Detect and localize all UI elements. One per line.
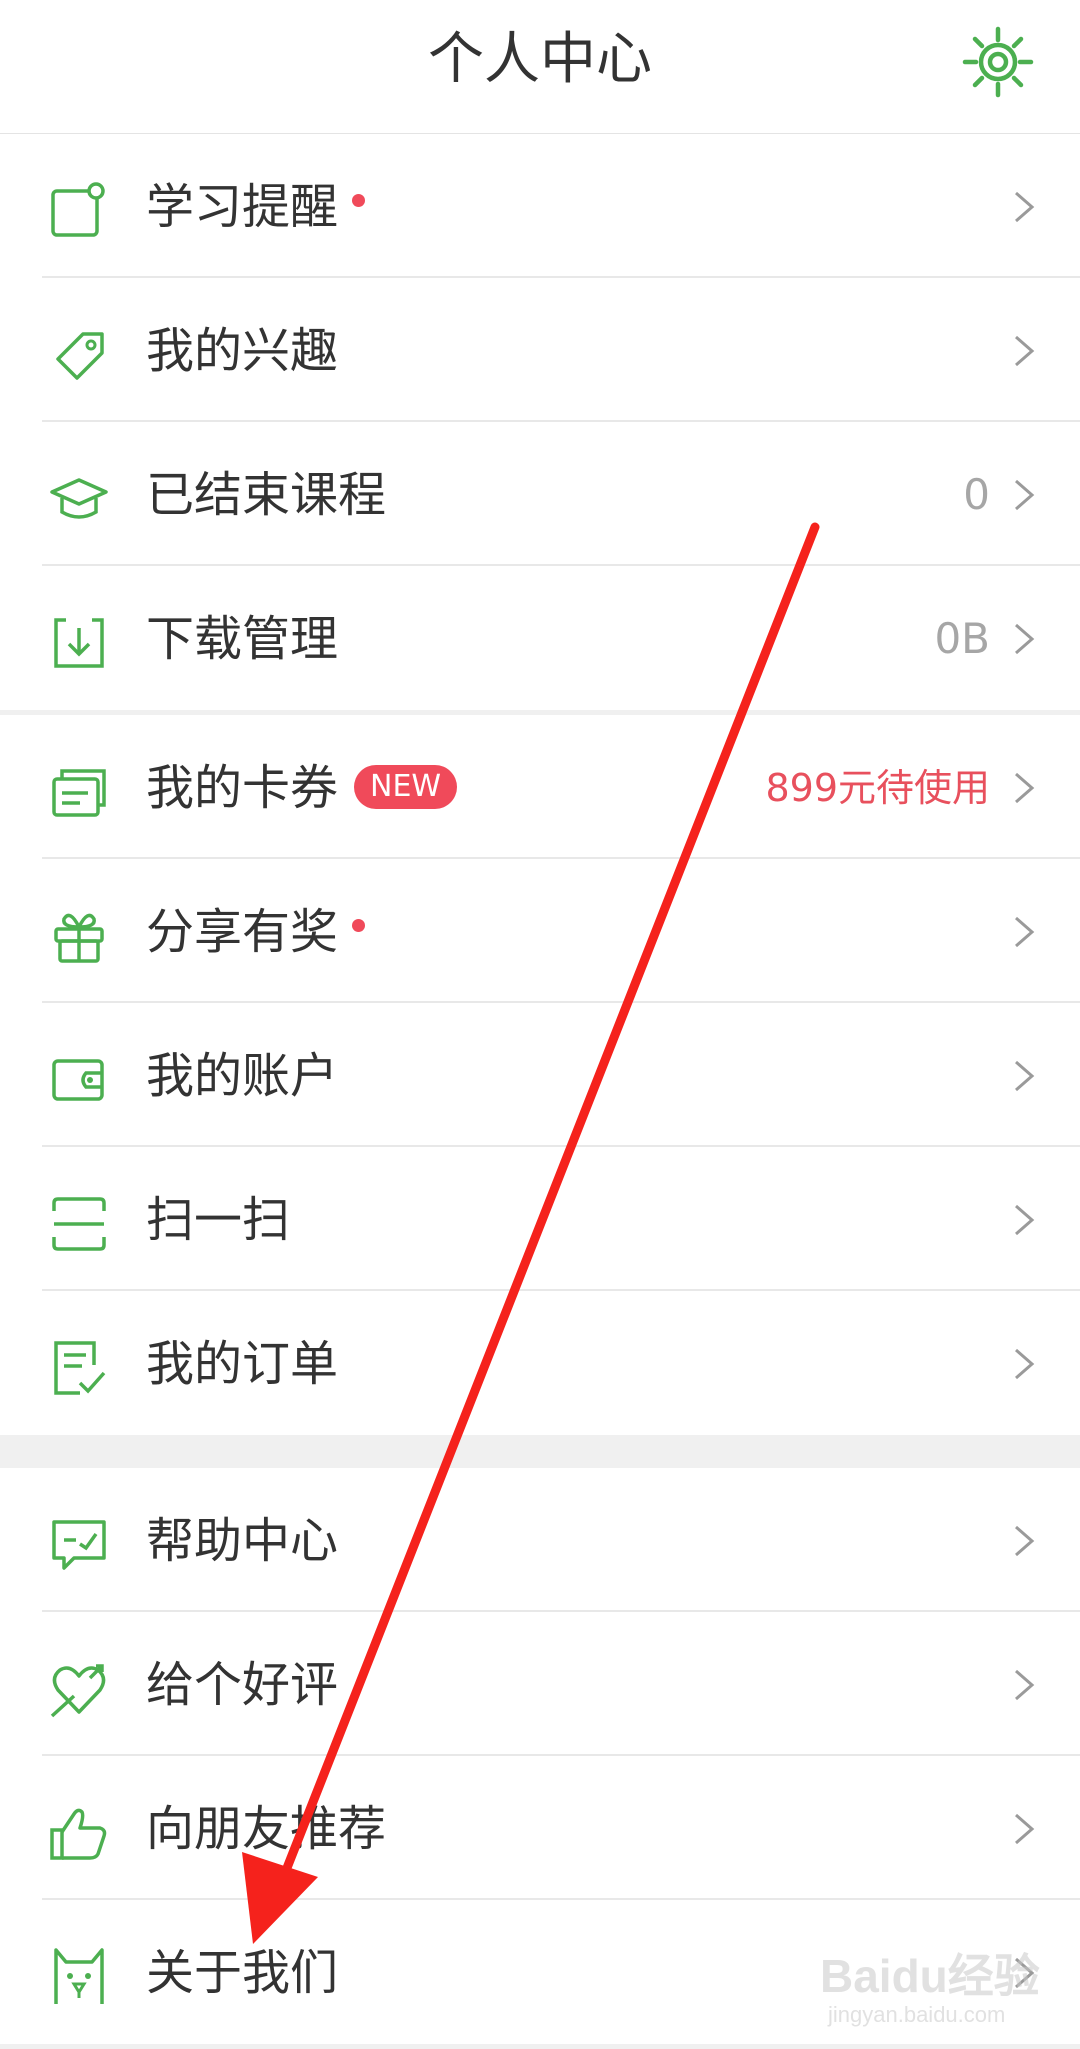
help-chat-icon	[52, 1520, 106, 1570]
menu-item-label: 我的兴趣	[146, 318, 338, 384]
menu-section-learning: 学习提醒我的兴趣已结束课程 0 下载管理 0B	[0, 134, 1080, 710]
menu-item-text: 下载管理	[146, 611, 339, 667]
chevron-right-icon	[1015, 191, 1035, 223]
order-icon	[54, 1341, 106, 1395]
watermark-brand: Baidu经验	[820, 1950, 1040, 2002]
menu-item-label: 帮助中心	[146, 1508, 338, 1574]
menu-item-thumbs-up[interactable]: 向朋友推荐	[0, 1756, 1080, 1900]
download-icon	[54, 618, 104, 668]
page-title: 个人中心	[428, 27, 652, 92]
menu-item-label: 向朋友推荐	[146, 1796, 386, 1862]
watermark-url: jingyan.baidu.com	[828, 2002, 1006, 2027]
graduation-cap-icon	[50, 478, 108, 519]
chevron-right-icon	[1015, 1204, 1035, 1236]
chevron-right-icon	[1015, 1669, 1035, 1701]
heart-icon	[50, 1664, 106, 1718]
menu-item-text: 扫一扫	[146, 1192, 291, 1248]
menu-item-value: 0	[963, 470, 990, 519]
reminder-icon	[51, 182, 105, 237]
menu-item-help-chat[interactable]: 帮助中心	[0, 1468, 1080, 1612]
menu-item-coupon[interactable]: 我的卡券 NEW 899元待使用	[0, 715, 1080, 859]
menu-item-text: 向朋友推荐	[146, 1801, 387, 1857]
new-badge: NEW	[354, 765, 458, 809]
menu-item-label: 我的账户	[146, 1043, 338, 1109]
chevron-right-icon	[1015, 1813, 1035, 1845]
menu-item-text: 给个好评	[146, 1657, 339, 1713]
menu-item-label: 我的订单	[146, 1331, 338, 1397]
menu-item-label: 扫一扫	[146, 1187, 290, 1253]
settings-button[interactable]	[960, 24, 1036, 100]
menu-item-text: 学习提醒	[146, 179, 339, 235]
menu-item-text: 我的账户	[146, 1048, 339, 1104]
watermark: Baidu经验 jingyan.baidu.com	[820, 1930, 1060, 2040]
chevron-right-icon	[1015, 772, 1035, 804]
menu-item-label: 下载管理	[146, 606, 338, 672]
tag-icon	[56, 332, 104, 380]
chevron-right-icon	[1015, 335, 1035, 367]
chevron-right-icon	[1015, 916, 1035, 948]
menu-item-text: 帮助中心	[146, 1513, 339, 1569]
notification-dot	[352, 194, 366, 207]
menu-item-graduation-cap[interactable]: 已结束课程 0	[0, 422, 1080, 566]
chevron-right-icon	[1015, 1525, 1035, 1557]
menu-item-value: 0B	[934, 614, 990, 663]
header-bar: 个人中心	[0, 0, 1080, 134]
menu-item-text: 关于我们	[146, 1945, 339, 2001]
menu-item-download[interactable]: 下载管理 0B	[0, 566, 1080, 710]
notification-dot	[352, 919, 366, 932]
menu-item-wallet[interactable]: 我的账户	[0, 1003, 1080, 1147]
menu-item-label: 已结束课程	[146, 462, 386, 528]
menu-item-label: 分享有奖	[146, 899, 366, 965]
menu-item-heart[interactable]: 给个好评	[0, 1612, 1080, 1756]
menu-item-text: 我的卡券	[146, 760, 339, 816]
chevron-right-icon	[1015, 479, 1035, 511]
menu-item-text: 我的订单	[146, 1336, 339, 1392]
menu-section-services: 我的卡券 NEW 899元待使用分享有奖我的账户扫一扫我的订单	[0, 715, 1080, 1435]
menu-item-label: 我的卡券 NEW	[146, 755, 458, 821]
menu-item-order[interactable]: 我的订单	[0, 1291, 1080, 1435]
thumbs-up-icon	[50, 1808, 107, 1860]
coupon-icon	[52, 769, 106, 817]
gift-icon	[54, 913, 104, 963]
menu-item-text: 分享有奖	[146, 904, 339, 960]
menu-item-label: 关于我们	[146, 1940, 338, 2006]
chevron-right-icon	[1015, 1060, 1035, 1092]
chevron-right-icon	[1015, 1348, 1035, 1380]
menu-item-reminder[interactable]: 学习提醒	[0, 134, 1080, 278]
chevron-right-icon	[1015, 623, 1035, 655]
menu-item-label: 给个好评	[146, 1652, 338, 1718]
gear-icon	[962, 26, 1034, 98]
mascot-icon	[54, 1948, 104, 2004]
menu-item-gift[interactable]: 分享有奖	[0, 859, 1080, 1003]
menu-item-text: 已结束课程	[146, 467, 387, 523]
wallet-icon	[52, 1059, 104, 1101]
menu-item-tag[interactable]: 我的兴趣	[0, 278, 1080, 422]
menu-item-scan[interactable]: 扫一扫	[0, 1147, 1080, 1291]
menu-item-text: 我的兴趣	[146, 323, 339, 379]
menu-item-value: 899元待使用	[765, 766, 990, 810]
scan-icon	[52, 1197, 106, 1251]
menu-item-label: 学习提醒	[146, 174, 366, 240]
